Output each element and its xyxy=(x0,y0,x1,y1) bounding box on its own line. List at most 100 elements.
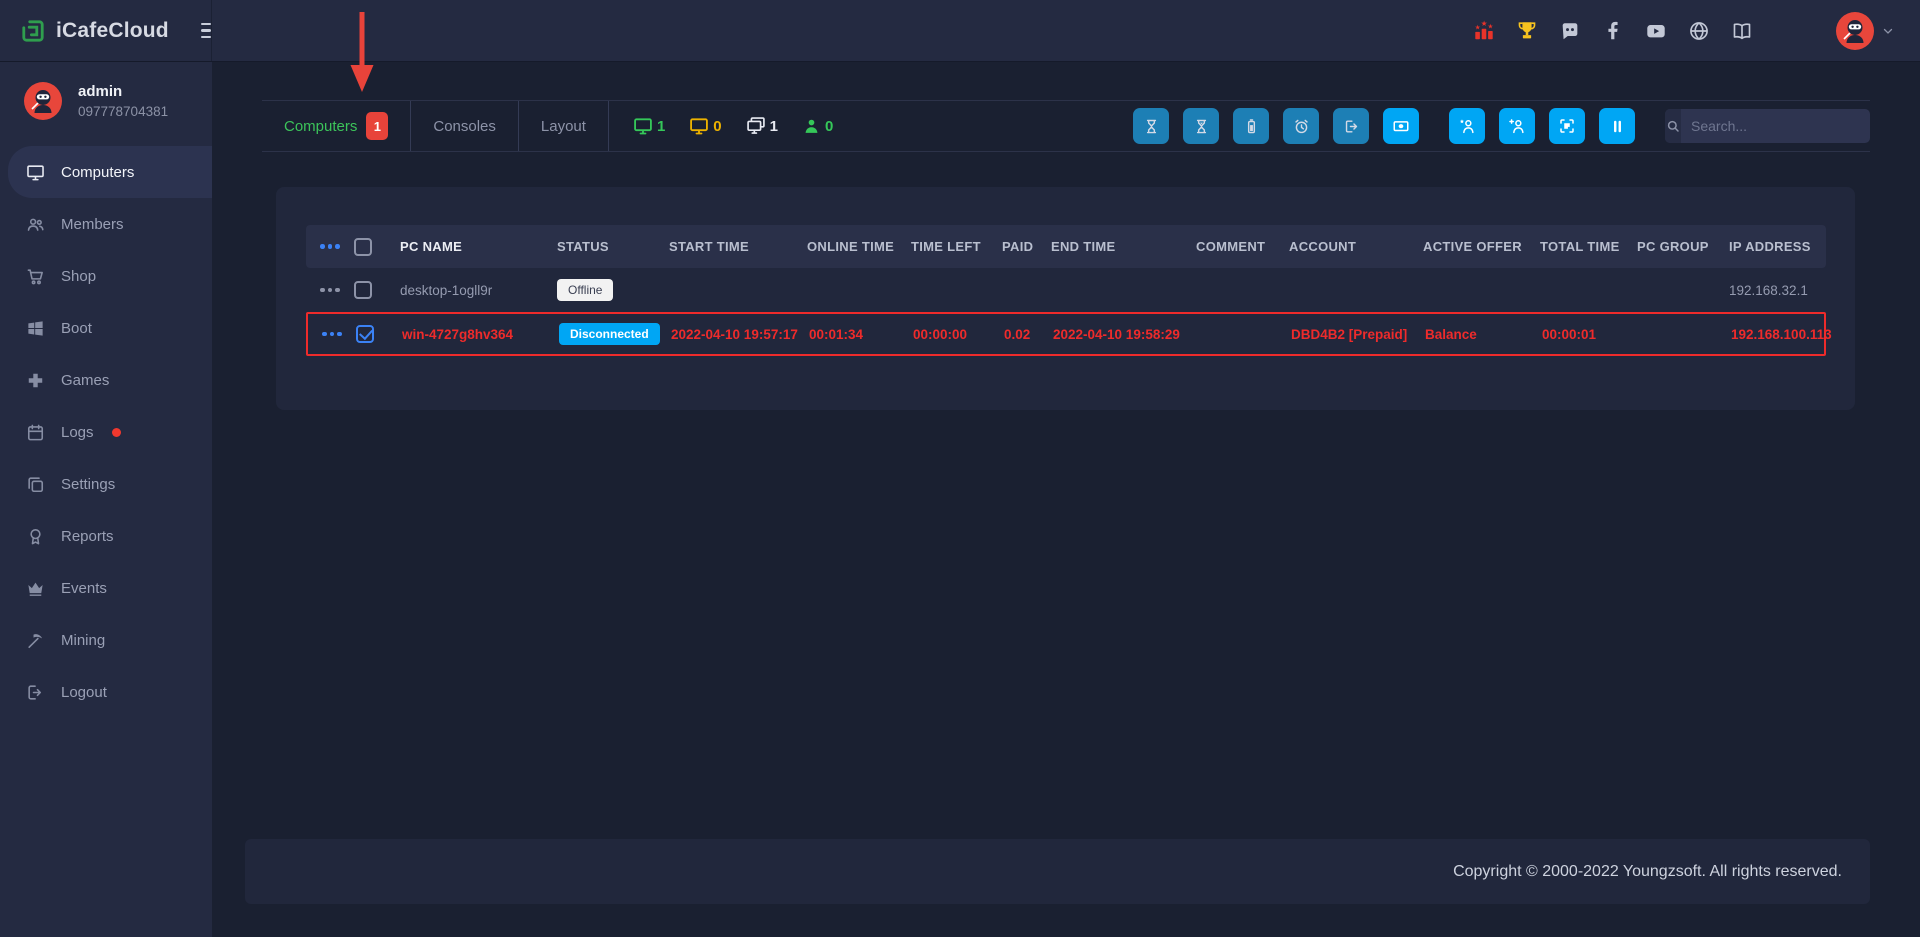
counter-online-pcs[interactable]: 1 xyxy=(633,116,665,136)
crown-icon xyxy=(26,579,45,598)
members-icon xyxy=(26,215,45,234)
toolbar: Computers 1 Consoles Layout 1 0 1 xyxy=(262,100,1870,152)
cell-time-left: 00:00:00 xyxy=(913,327,1004,342)
cell-paid: 0.02 xyxy=(1004,327,1053,342)
table-header: PC NAME STATUS START TIME ONLINE TIME TI… xyxy=(306,225,1826,268)
row-menu-icon[interactable] xyxy=(306,288,354,293)
column-header: PAID xyxy=(1002,239,1051,254)
sidebar-item-shop[interactable]: Shop xyxy=(0,250,212,302)
youtube-icon[interactable] xyxy=(1645,20,1667,42)
tab-computers[interactable]: Computers 1 xyxy=(262,101,410,151)
sign-out-icon xyxy=(1343,118,1360,135)
battery-button[interactable] xyxy=(1233,108,1269,144)
select-all-checkbox[interactable] xyxy=(354,238,372,256)
sidebar-item-label: Logs xyxy=(61,424,94,441)
sidebar-item-label: Settings xyxy=(61,476,115,493)
cell-total-time: 00:00:01 xyxy=(1542,327,1639,342)
cell-online-time: 00:01:34 xyxy=(809,327,913,342)
counter-members-online[interactable]: 0 xyxy=(802,117,833,136)
sidebar-item-label: Boot xyxy=(61,320,92,337)
computers-count-badge: 1 xyxy=(366,112,388,140)
sidebar-item-label: Reports xyxy=(61,528,114,545)
user-phone: 097778704381 xyxy=(78,104,168,119)
layers-icon xyxy=(26,475,45,494)
column-header: ACTIVE OFFER xyxy=(1423,239,1540,254)
tab-label: Computers xyxy=(284,118,357,135)
sidebar-item-boot[interactable]: Boot xyxy=(0,302,212,354)
hourglass-icon xyxy=(1143,118,1160,135)
alarm-icon xyxy=(1293,118,1310,135)
avatar xyxy=(24,82,62,120)
search-input[interactable] xyxy=(1681,109,1870,143)
trophy-icon[interactable] xyxy=(1516,20,1538,42)
sidebar-item-logout[interactable]: Logout xyxy=(0,666,212,718)
user-plus-star-icon xyxy=(1458,117,1476,135)
hourglass-caret-button[interactable] xyxy=(1183,108,1219,144)
sidebar-item-settings[interactable]: Settings xyxy=(0,458,212,510)
windows-icon xyxy=(26,319,45,338)
counter-consoles[interactable]: 1 xyxy=(746,116,778,136)
column-header: PC GROUP xyxy=(1637,239,1729,254)
profile[interactable]: admin 097778704381 xyxy=(0,62,212,138)
hourglass-button[interactable] xyxy=(1133,108,1169,144)
docs-icon[interactable] xyxy=(1731,20,1753,42)
avatar xyxy=(1836,12,1874,50)
counter-busy-pcs[interactable]: 0 xyxy=(689,116,721,136)
status-badge: Disconnected xyxy=(559,323,660,345)
cell-ip-address: 192.168.100.113 xyxy=(1731,327,1824,342)
chevron-down-icon xyxy=(1882,25,1894,37)
tab-layout[interactable]: Layout xyxy=(519,101,608,151)
user-plus-icon xyxy=(1508,117,1526,135)
sidebar-item-reports[interactable]: Reports xyxy=(0,510,212,562)
toolbar-actions xyxy=(1133,108,1870,144)
status-counters: 1 0 1 0 xyxy=(633,116,833,136)
row-menu-icon[interactable] xyxy=(308,332,356,337)
username: admin xyxy=(78,83,168,100)
brand-name: iCafeCloud xyxy=(56,19,169,43)
tab-label: Consoles xyxy=(433,118,496,135)
menu-toggle-icon[interactable] xyxy=(201,19,211,43)
monitor-online-icon xyxy=(633,116,653,136)
sidebar-item-members[interactable]: Members xyxy=(0,198,212,250)
globe-icon[interactable] xyxy=(1688,20,1710,42)
leaderboard-icon[interactable]: ★ ★ ★ xyxy=(1473,20,1495,42)
sign-out-button[interactable] xyxy=(1333,108,1369,144)
user-menu[interactable] xyxy=(1836,12,1894,50)
cell-pc-name: desktop-1ogll9r xyxy=(400,283,557,298)
row-checkbox[interactable] xyxy=(356,325,374,343)
table-row[interactable]: desktop-1ogll9r Offline 192.168.32.1 xyxy=(306,268,1826,312)
cell-status: Disconnected xyxy=(559,323,671,345)
scan-button[interactable] xyxy=(1549,108,1585,144)
icafecloud-logo-icon xyxy=(20,18,46,44)
sidebar-item-computers[interactable]: Computers xyxy=(8,146,212,198)
sidebar-item-events[interactable]: Events xyxy=(0,562,212,614)
scan-icon xyxy=(1558,117,1576,135)
cell-account: DBD4B2 [Prepaid] xyxy=(1291,327,1425,342)
tab-consoles[interactable]: Consoles xyxy=(411,101,518,151)
discord-icon[interactable] xyxy=(1559,20,1581,42)
column-menu-icon[interactable] xyxy=(306,244,354,249)
svg-text:★: ★ xyxy=(1481,20,1488,28)
table-row-selected[interactable]: win-4727g8hv364 Disconnected 2022-04-10 … xyxy=(306,312,1826,356)
search-icon xyxy=(1665,109,1681,143)
add-member-button[interactable] xyxy=(1499,108,1535,144)
sidebar-item-logs[interactable]: Logs xyxy=(0,406,212,458)
divider xyxy=(608,101,609,151)
main-content: Computers 1 Consoles Layout 1 0 1 xyxy=(212,62,1920,937)
sidebar-item-label: Events xyxy=(61,580,107,597)
sidebar-item-mining[interactable]: Mining xyxy=(0,614,212,666)
column-header: START TIME xyxy=(669,239,807,254)
notification-dot xyxy=(112,428,121,437)
sidebar-item-label: Mining xyxy=(61,632,105,649)
column-header: STATUS xyxy=(557,239,669,254)
footer: Copyright © 2000-2022 Youngzsoft. All ri… xyxy=(245,839,1870,904)
sidebar-item-games[interactable]: Games xyxy=(0,354,212,406)
add-member-offer-button[interactable] xyxy=(1449,108,1485,144)
row-checkbox[interactable] xyxy=(354,281,372,299)
cash-button[interactable] xyxy=(1383,108,1419,144)
battery-icon xyxy=(1243,118,1260,135)
alarm-button[interactable] xyxy=(1283,108,1319,144)
facebook-icon[interactable] xyxy=(1602,20,1624,42)
column-header: IP ADDRESS xyxy=(1729,239,1826,254)
pause-button[interactable] xyxy=(1599,108,1635,144)
